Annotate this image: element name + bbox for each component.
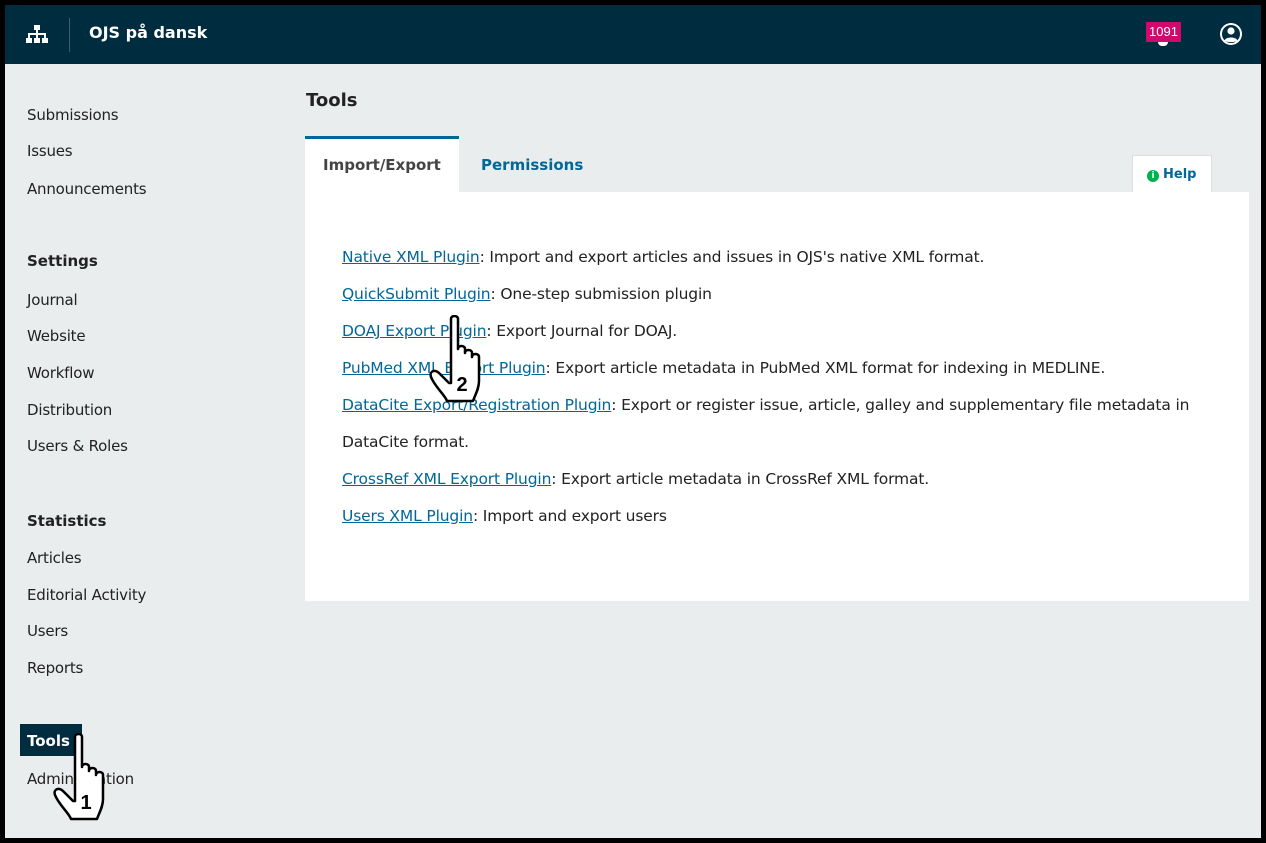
plugin-link[interactable]: QuickSubmit Plugin bbox=[342, 285, 491, 303]
user-circle-icon[interactable] bbox=[1219, 22, 1243, 46]
help-label: Help bbox=[1163, 167, 1197, 182]
plugin-link[interactable]: Native XML Plugin bbox=[342, 248, 480, 266]
tab-import-export[interactable]: Import/Export bbox=[305, 136, 459, 192]
step-number-2: 2 bbox=[456, 374, 467, 396]
sidebar-item-issues[interactable]: Issues bbox=[27, 142, 73, 160]
site-title[interactable]: OJS på dansk bbox=[89, 23, 207, 42]
list-item: CrossRef XML Export Plugin: Export artic… bbox=[342, 461, 1222, 498]
sidebar-item-users-roles[interactable]: Users & Roles bbox=[27, 437, 128, 455]
sidebar-item-workflow[interactable]: Workflow bbox=[27, 364, 94, 382]
top-navigation-bar: OJS på dansk 1091 bbox=[5, 5, 1261, 64]
sidebar-item-articles[interactable]: Articles bbox=[27, 549, 82, 567]
plugin-description: : Export Journal for DOAJ. bbox=[486, 322, 678, 340]
list-item: Native XML Plugin: Import and export art… bbox=[342, 239, 1222, 276]
sidebar-item-distribution[interactable]: Distribution bbox=[27, 401, 112, 419]
tab-permissions[interactable]: Permissions bbox=[481, 136, 583, 192]
sidebar-heading-settings[interactable]: Settings bbox=[27, 252, 98, 270]
list-item: QuickSubmit Plugin: One-step submission … bbox=[342, 276, 1222, 313]
plugin-link[interactable]: CrossRef XML Export Plugin bbox=[342, 470, 551, 488]
sidebar-heading-statistics[interactable]: Statistics bbox=[27, 512, 106, 530]
plugin-description: : Export article metadata in CrossRef XM… bbox=[551, 470, 930, 488]
list-item: Users XML Plugin: Import and export user… bbox=[342, 498, 1222, 535]
sidebar-item-submissions[interactable]: Submissions bbox=[27, 106, 119, 124]
sidebar-item-website[interactable]: Website bbox=[27, 327, 86, 345]
info-icon: i bbox=[1147, 170, 1159, 182]
plugin-description: : One-step submission plugin bbox=[490, 285, 712, 303]
sidebar-navigation: Submissions Issues Announcements Setting… bbox=[5, 64, 295, 838]
bell-icon[interactable] bbox=[1158, 42, 1168, 46]
hand-cursor-icon: 2 bbox=[429, 315, 481, 403]
plugin-description: : Import and export articles and issues … bbox=[479, 248, 985, 266]
app-window: OJS på dansk 1091 Submissions Issues Ann… bbox=[5, 5, 1261, 838]
page-title: Tools bbox=[306, 90, 358, 111]
help-button[interactable]: i Help bbox=[1132, 155, 1212, 192]
plugin-link[interactable]: Users XML Plugin bbox=[342, 507, 473, 525]
hand-cursor-icon: 1 bbox=[53, 733, 105, 821]
sidebar-item-announcements[interactable]: Announcements bbox=[27, 180, 147, 198]
sidebar-item-reports[interactable]: Reports bbox=[27, 659, 83, 677]
header-divider bbox=[69, 18, 70, 52]
sidebar-item-editorial-activity[interactable]: Editorial Activity bbox=[27, 586, 146, 604]
step-number-1: 1 bbox=[80, 792, 91, 814]
plugin-description: : Import and export users bbox=[472, 507, 667, 525]
sidebar-item-journal[interactable]: Journal bbox=[27, 291, 78, 309]
sidebar-item-users[interactable]: Users bbox=[27, 622, 68, 640]
notification-count-badge[interactable]: 1091 bbox=[1146, 22, 1181, 42]
sitemap-icon[interactable] bbox=[25, 25, 49, 45]
plugin-description: : Export article metadata in PubMed XML … bbox=[545, 359, 1106, 377]
